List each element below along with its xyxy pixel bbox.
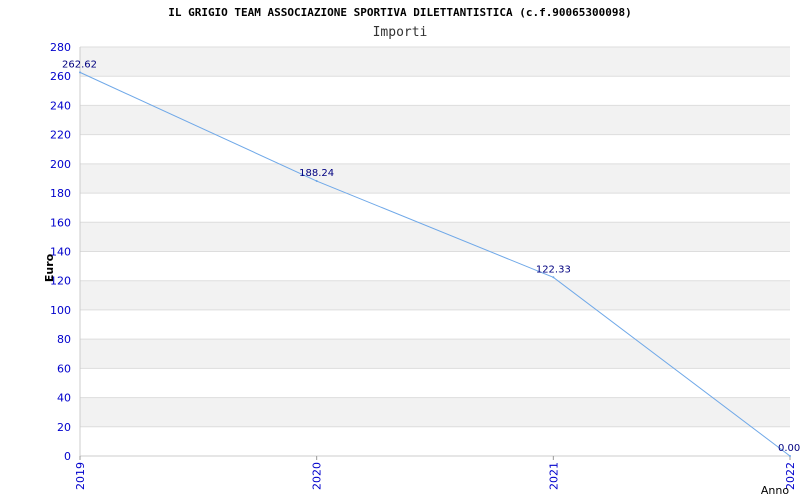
data-point: [79, 71, 81, 74]
y-tick-label: 60: [57, 362, 71, 375]
y-tick-label: 40: [57, 392, 71, 405]
data-point: [315, 180, 318, 183]
data-label: 262.62: [62, 59, 97, 70]
y-tick-label: 160: [50, 216, 71, 229]
plot-band: [80, 339, 790, 369]
y-tick-label: 80: [57, 333, 71, 346]
y-tick-label: 180: [50, 187, 71, 200]
y-tick-label: 260: [50, 70, 71, 83]
plot-band: [80, 280, 790, 310]
plot-band: [80, 47, 790, 77]
y-tick-label: 220: [50, 129, 71, 142]
x-tick-label: 2020: [311, 462, 324, 490]
y-tick-label: 0: [64, 450, 71, 463]
x-tick-label: 2021: [547, 462, 560, 490]
y-tick-label: 200: [50, 158, 71, 171]
data-label: 122.33: [536, 264, 571, 275]
plot-band: [80, 222, 790, 252]
y-tick-label: 240: [50, 99, 71, 112]
data-point: [789, 455, 791, 457]
data-label: 0.00: [778, 443, 800, 454]
x-axis-label: Anno: [761, 484, 789, 497]
y-tick-label: 100: [50, 304, 71, 317]
y-tick-label: 20: [57, 421, 71, 434]
y-tick-label: 280: [50, 41, 71, 54]
y-axis-label: Euro: [43, 253, 56, 282]
line-chart: 0204060801001201401601802002202402602802…: [43, 41, 800, 497]
x-tick-label: 2019: [74, 462, 87, 490]
plot-band: [80, 397, 790, 427]
plot-band: [80, 105, 790, 135]
plot-band: [80, 163, 790, 194]
data-point: [552, 276, 555, 279]
data-label: 188.24: [299, 168, 334, 179]
